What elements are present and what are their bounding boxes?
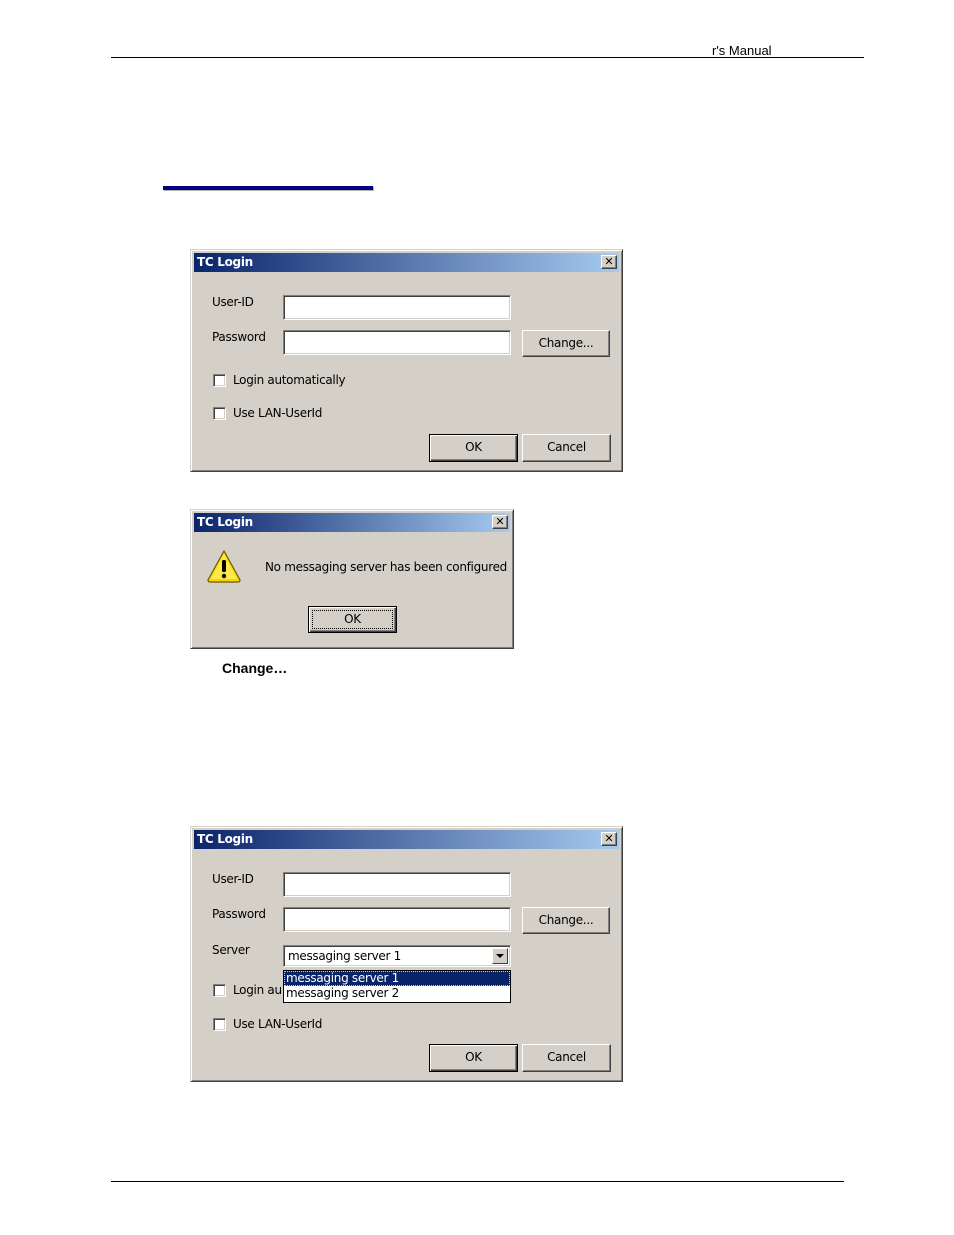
server-option[interactable]: messaging server 2: [284, 986, 510, 1001]
userid-input[interactable]: [283, 295, 511, 320]
change-caption: Change…: [222, 660, 288, 676]
tc-login-server-dialog: TC Login ✕ User-ID Password Change... Se…: [190, 826, 623, 1082]
warning-icon: [207, 549, 241, 583]
userid-input[interactable]: [283, 872, 511, 897]
use-lan-userid-label[interactable]: Use LAN-UserId: [233, 1017, 322, 1031]
change-button-label: Change...: [538, 336, 594, 350]
footer-rule: [111, 1181, 844, 1182]
server-select-value: messaging server 1: [288, 949, 401, 963]
ok-button[interactable]: OK: [429, 1044, 518, 1072]
cancel-button-label: Cancel: [547, 1050, 586, 1064]
userid-label: User-ID: [212, 872, 254, 886]
dialog-title: TC Login: [197, 255, 253, 269]
close-icon: ✕: [495, 515, 505, 528]
login-automatically-checkbox[interactable]: [213, 984, 226, 997]
manual-header-text: r's Manual: [712, 43, 772, 58]
use-lan-userid-label[interactable]: Use LAN-UserId: [233, 406, 322, 420]
password-input[interactable]: [283, 330, 511, 355]
userid-label: User-ID: [212, 295, 254, 309]
use-lan-userid-checkbox[interactable]: [213, 407, 226, 420]
dialog-title: TC Login: [197, 832, 253, 846]
no-server-warning-dialog: TC Login ✕ No messaging server has been …: [190, 509, 514, 649]
cancel-button[interactable]: Cancel: [522, 1044, 611, 1072]
change-button-label: Change...: [538, 913, 594, 927]
ok-button-label: OK: [465, 440, 482, 454]
focus-rectangle: [312, 610, 393, 629]
close-button[interactable]: ✕: [601, 255, 617, 269]
close-button[interactable]: ✕: [601, 832, 617, 846]
password-label: Password: [212, 330, 266, 344]
password-input[interactable]: [283, 907, 511, 932]
warning-message: No messaging server has been configured: [265, 560, 507, 574]
ok-button[interactable]: OK: [429, 434, 518, 462]
server-label: Server: [212, 943, 250, 957]
dialog-title: TC Login: [197, 515, 253, 529]
server-select[interactable]: messaging server 1: [283, 945, 511, 967]
login-automatically-checkbox[interactable]: [213, 374, 226, 387]
cancel-button[interactable]: Cancel: [522, 434, 611, 462]
section-heading-rule: [163, 186, 373, 190]
cancel-button-label: Cancel: [547, 440, 586, 454]
change-password-button[interactable]: Change...: [522, 330, 610, 357]
ok-button-label: OK: [465, 1050, 482, 1064]
login-automatically-label[interactable]: Login au: [233, 983, 282, 997]
dropdown-arrow-icon[interactable]: [492, 948, 508, 964]
close-button[interactable]: ✕: [492, 515, 508, 529]
server-option[interactable]: messaging server 1: [284, 971, 510, 986]
ok-button[interactable]: OK: [308, 606, 397, 633]
header-rule: [111, 57, 864, 58]
dialog-titlebar[interactable]: TC Login ✕: [194, 513, 510, 532]
tc-login-dialog: TC Login ✕ User-ID Password Change... Lo…: [190, 249, 623, 472]
login-automatically-label[interactable]: Login automatically: [233, 373, 346, 387]
dialog-titlebar[interactable]: TC Login ✕: [194, 253, 619, 272]
server-dropdown-list: messaging server 1 messaging server 2: [283, 970, 511, 1003]
change-password-button[interactable]: Change...: [522, 907, 610, 934]
password-label: Password: [212, 907, 266, 921]
close-icon: ✕: [604, 255, 614, 268]
dialog-titlebar[interactable]: TC Login ✕: [194, 830, 619, 849]
use-lan-userid-checkbox[interactable]: [213, 1018, 226, 1031]
close-icon: ✕: [604, 832, 614, 845]
